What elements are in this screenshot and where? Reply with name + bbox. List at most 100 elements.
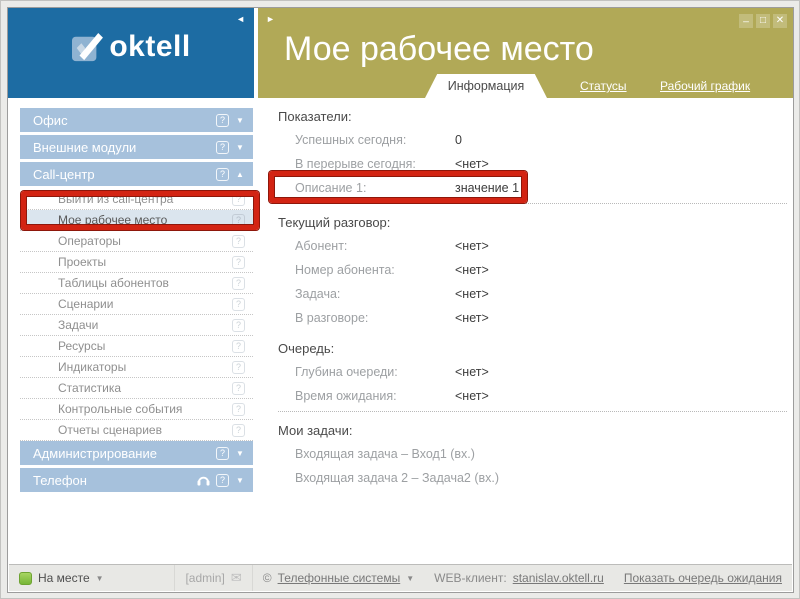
- row-label: В разговоре:: [295, 311, 455, 325]
- sidebar-menu: Офис?▼Внешние модули?▼Call-центр?▲Выйти …: [20, 108, 253, 495]
- sidebar-label: Офис: [33, 113, 216, 128]
- vendor-menu[interactable]: © Телефонные системы ▼: [252, 565, 424, 591]
- data-row: Описание 1:значение 1: [278, 176, 789, 200]
- presence-selector[interactable]: На месте ▼: [9, 565, 174, 591]
- section-divider: [278, 411, 787, 412]
- sidebar-label: Сценарии: [58, 297, 232, 311]
- section-divider: [278, 203, 787, 204]
- sidebar-label: Внешние модули: [33, 140, 216, 155]
- mail-icon[interactable]: ✉: [231, 570, 242, 586]
- logo-block: ◄ oktell: [8, 8, 254, 98]
- oktell-logo: oktell: [8, 32, 254, 67]
- help-icon[interactable]: ?: [232, 214, 245, 227]
- sidebar-category-call-center[interactable]: Call-центр?▲: [20, 162, 253, 186]
- window-controls: _ □ ✕: [739, 14, 787, 28]
- sidebar-item-scenarios[interactable]: Сценарии?: [20, 294, 253, 315]
- data-row: В разговоре:<нет>: [278, 306, 789, 330]
- help-icon[interactable]: ?: [232, 382, 245, 395]
- row-value: <нет>: [455, 157, 489, 171]
- task-item: Входящая задача – Вход1 (вх.): [278, 442, 789, 466]
- close-button[interactable]: ✕: [773, 14, 787, 28]
- row-value: <нет>: [455, 287, 489, 301]
- tab-bar: Информация Статусы Рабочий график: [258, 74, 794, 98]
- row-value: <нет>: [455, 311, 489, 325]
- row-label: Номер абонента:: [295, 263, 455, 277]
- vendor-link[interactable]: Телефонные системы: [278, 571, 401, 585]
- status-bar: На месте ▼ [admin] ✉ © Телефонные систем…: [9, 564, 792, 591]
- logo-text: oktell: [109, 32, 190, 62]
- task-item: Входящая задача 2 – Задача2 (вх.): [278, 466, 789, 490]
- tab-information[interactable]: Информация: [425, 74, 547, 98]
- row-value: <нет>: [455, 263, 489, 277]
- show-waiting-queue-link[interactable]: Показать очередь ожидания: [624, 571, 782, 585]
- sidebar-category-phone[interactable]: Телефон?▼: [20, 468, 253, 492]
- tab-work-schedule[interactable]: Рабочий график: [660, 79, 750, 93]
- sidebar-item-projects[interactable]: Проекты?: [20, 252, 253, 273]
- data-row: Глубина очереди:<нет>: [278, 360, 789, 384]
- row-label: В перерыве сегодня:: [295, 157, 455, 171]
- help-icon[interactable]: ?: [216, 114, 229, 127]
- page-title: Мое рабочее место: [284, 30, 594, 69]
- sidebar-category-external-modules[interactable]: Внешние модули? ▼: [20, 135, 253, 159]
- sidebar-item-indicators[interactable]: Индикаторы?: [20, 357, 253, 378]
- maximize-button[interactable]: □: [756, 14, 770, 28]
- sidebar-item-scenario-reports[interactable]: Отчеты сценариев?: [20, 420, 253, 441]
- row-label: Глубина очереди:: [295, 365, 455, 379]
- help-icon[interactable]: ?: [216, 168, 229, 181]
- help-icon[interactable]: ?: [232, 319, 245, 332]
- help-icon[interactable]: ?: [216, 447, 229, 460]
- help-icon[interactable]: ?: [232, 256, 245, 269]
- help-icon[interactable]: ?: [216, 141, 229, 154]
- presence-label: На месте: [38, 571, 90, 585]
- sidebar-item-statistics[interactable]: Статистика?: [20, 378, 253, 399]
- data-row: В перерыве сегодня:<нет>: [278, 152, 789, 176]
- help-icon[interactable]: ?: [232, 235, 245, 248]
- sidebar-item-exit-call-center[interactable]: Выйти из call-центра?: [20, 189, 253, 210]
- help-icon[interactable]: ?: [232, 298, 245, 311]
- tab-statuses[interactable]: Статусы: [580, 79, 627, 93]
- application-frame: ◄ oktell Офис?▼Внешние модули?▼Call-цент…: [0, 0, 800, 599]
- help-icon[interactable]: ?: [216, 474, 229, 487]
- web-client-label: WEB-клиент:: [434, 571, 507, 585]
- section-title-current-call: Текущий разговор:: [278, 212, 789, 234]
- row-label: Описание 1:: [295, 181, 455, 195]
- sidebar-item-operators[interactable]: Операторы?: [20, 231, 253, 252]
- sidebar-item-control-events[interactable]: Контрольные события?: [20, 399, 253, 420]
- web-client-link[interactable]: stanislav.oktell.ru: [513, 571, 604, 585]
- help-icon[interactable]: ?: [232, 193, 245, 206]
- help-icon[interactable]: ?: [232, 361, 245, 374]
- sidebar-label: Выйти из call-центра: [58, 192, 232, 206]
- collapse-sidebar-icon[interactable]: ◄: [236, 14, 245, 24]
- sidebar: ◄ oktell Офис?▼Внешние модули?▼Call-цент…: [8, 8, 254, 565]
- row-value: <нет>: [455, 239, 489, 253]
- section-title-indicators: Показатели:: [278, 106, 789, 128]
- sidebar-category-office[interactable]: Офис? ▼: [20, 108, 253, 132]
- chevron-down-icon[interactable]: ▼: [235, 143, 245, 152]
- sidebar-item-my-workplace[interactable]: Мое рабочее место?: [20, 210, 253, 231]
- sidebar-item-subscriber-tables[interactable]: Таблицы абонентов?: [20, 273, 253, 294]
- sidebar-category-administration[interactable]: Администрирование? ▼: [20, 441, 253, 465]
- queue-link-group: Показать очередь ожидания: [614, 565, 792, 591]
- help-icon[interactable]: ?: [232, 277, 245, 290]
- expand-panel-icon[interactable]: ►: [266, 14, 275, 24]
- chevron-down-icon[interactable]: ▼: [235, 476, 245, 485]
- user-group: [admin] ✉: [174, 565, 251, 591]
- row-label: Задача:: [295, 287, 455, 301]
- copyright-icon: ©: [263, 571, 272, 585]
- sidebar-label: Отчеты сценариев: [58, 423, 232, 437]
- minimize-button[interactable]: _: [739, 14, 753, 28]
- row-label: Успешных сегодня:: [295, 133, 455, 147]
- sidebar-label: Администрирование: [33, 446, 216, 461]
- chevron-down-icon[interactable]: ▼: [235, 449, 245, 458]
- help-icon[interactable]: ?: [232, 424, 245, 437]
- headset-icon: [197, 474, 210, 486]
- sidebar-item-resources[interactable]: Ресурсы?: [20, 336, 253, 357]
- chevron-down-icon[interactable]: ▼: [235, 116, 245, 125]
- chevron-up-icon[interactable]: ▲: [235, 170, 245, 179]
- sidebar-item-tasks[interactable]: Задачи?: [20, 315, 253, 336]
- section-title-queue: Очередь:: [278, 338, 789, 360]
- help-icon[interactable]: ?: [232, 403, 245, 416]
- help-icon[interactable]: ?: [232, 340, 245, 353]
- main-panel: ► _ □ ✕ Мое рабочее место Информация Стат…: [258, 8, 794, 565]
- chevron-down-icon: ▼: [406, 574, 414, 583]
